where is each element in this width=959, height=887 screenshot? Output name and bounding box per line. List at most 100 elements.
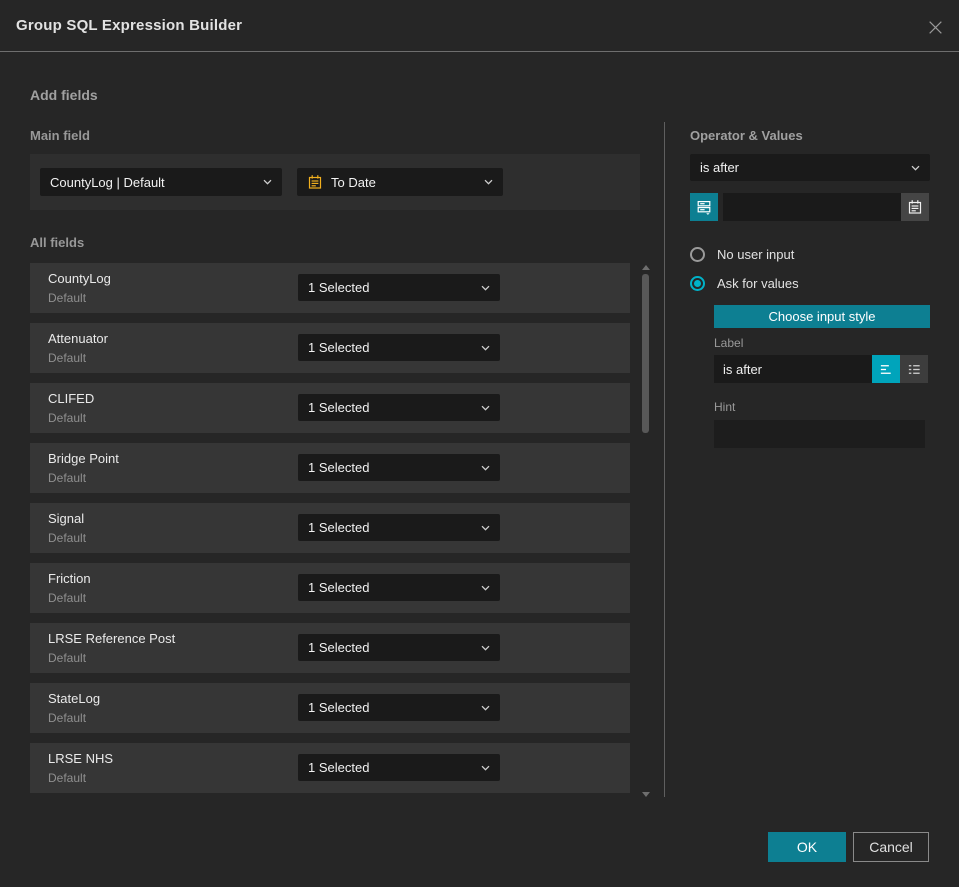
choose-input-style-button[interactable]: Choose input style [714,305,930,328]
field-subtitle: Default [48,771,87,785]
field-name: CountyLog [48,271,111,286]
field-row-select-value: 1 Selected [308,280,370,295]
list-scrollbar [641,263,651,799]
field-name: StateLog [48,691,101,706]
chevron-down-icon [481,525,490,531]
chevron-down-icon [481,405,490,411]
field-row-select[interactable]: 1 Selected [298,274,500,301]
align-left-icon [879,362,894,377]
radio-icon [690,275,705,291]
cancel-button[interactable]: Cancel [853,832,929,862]
panel-divider [664,122,665,797]
field-row-select-value: 1 Selected [308,700,370,715]
add-fields-heading: Add fields [30,87,98,103]
field-row-select-value: 1 Selected [308,460,370,475]
field-name: LRSE Reference Post [48,631,176,646]
value-source-toggle-button[interactable] [690,193,718,221]
chevron-down-icon [263,179,272,185]
field-row: CLIFED Default 1 Selected [30,383,630,433]
field-name: Friction [48,571,91,586]
chevron-down-icon [484,179,493,185]
field-subtitle: Default [48,351,87,365]
calendar-picker-button[interactable] [901,193,929,221]
field-row: LRSE NHS Default 1 Selected [30,743,630,793]
scrollbar-up-arrow[interactable] [642,265,650,270]
label-row [714,355,930,383]
field-row: LRSE Reference Post Default 1 Selected [30,623,630,673]
field-name: CLIFED [48,391,95,406]
main-field-select-value: CountyLog | Default [50,174,165,190]
scrollbar-down-arrow[interactable] [642,792,650,797]
hint-input[interactable] [714,420,925,448]
single-line-style-button[interactable] [872,355,900,383]
all-fields-list: CountyLog Default 1 Selected Attenuator … [30,263,630,803]
field-row-select[interactable]: 1 Selected [298,694,500,721]
field-name: Bridge Point [48,451,119,466]
field-row-select[interactable]: 1 Selected [298,514,500,541]
chevron-down-icon [481,585,490,591]
field-row-select[interactable]: 1 Selected [298,634,500,661]
all-fields-heading: All fields [30,235,85,250]
field-row: Friction Default 1 Selected [30,563,630,613]
field-row-select-value: 1 Selected [308,400,370,415]
field-row: CountyLog Default 1 Selected [30,263,630,313]
chevron-down-icon [481,285,490,291]
dropdown-list-icon [696,199,712,215]
operator-select-value: is after [700,160,740,175]
field-subtitle: Default [48,291,87,305]
main-field-select[interactable]: CountyLog | Default [40,168,282,196]
list-icon [907,362,922,377]
field-row-select[interactable]: 1 Selected [298,334,500,361]
hint-field-caption: Hint [714,400,736,414]
label-field-caption: Label [714,336,744,350]
field-subtitle: Default [48,591,87,605]
calendar-icon [307,174,323,190]
calendar-icon [907,199,923,215]
field-row-select-value: 1 Selected [308,340,370,355]
main-field-heading: Main field [30,128,90,143]
field-subtitle: Default [48,531,87,545]
ok-button[interactable]: OK [768,832,846,862]
radio-no-user-input[interactable]: No user input [690,246,794,262]
field-name: Attenuator [48,331,108,346]
radio-label: No user input [717,246,795,262]
field-row-select-value: 1 Selected [308,760,370,775]
field-row-select-value: 1 Selected [308,580,370,595]
dialog-titlebar: Group SQL Expression Builder [0,0,959,52]
radio-ask-for-values[interactable]: Ask for values [690,275,799,291]
close-icon [927,19,944,36]
value-row [690,193,930,221]
field-name: Signal [48,511,85,526]
operator-select[interactable]: is after [690,154,930,181]
chevron-down-icon [481,465,490,471]
field-row-select-value: 1 Selected [308,640,370,655]
field-row-select-value: 1 Selected [308,520,370,535]
operator-values-heading: Operator & Values [690,128,803,143]
scrollbar-thumb[interactable] [642,274,649,433]
date-part-select[interactable]: To Date [297,168,503,196]
field-name: LRSE NHS [48,751,114,766]
dialog-title: Group SQL Expression Builder [16,17,243,34]
chevron-down-icon [911,165,920,171]
field-row-select[interactable]: 1 Selected [298,754,500,781]
field-subtitle: Default [48,711,87,725]
field-row: Attenuator Default 1 Selected [30,323,630,373]
radio-label: Ask for values [717,275,799,291]
close-button[interactable] [925,17,945,37]
date-part-select-value: To Date [331,174,376,190]
field-row-select[interactable]: 1 Selected [298,574,500,601]
field-subtitle: Default [48,411,87,425]
chevron-down-icon [481,765,490,771]
main-field-panel: CountyLog | Default To Date [30,154,640,210]
radio-icon [690,246,705,262]
chevron-down-icon [481,645,490,651]
list-style-button[interactable] [900,355,928,383]
value-input[interactable] [723,193,901,221]
label-input[interactable] [714,355,872,383]
field-row-select[interactable]: 1 Selected [298,454,500,481]
field-row: StateLog Default 1 Selected [30,683,630,733]
field-subtitle: Default [48,471,87,485]
chevron-down-icon [481,705,490,711]
field-row-select[interactable]: 1 Selected [298,394,500,421]
field-subtitle: Default [48,651,87,665]
